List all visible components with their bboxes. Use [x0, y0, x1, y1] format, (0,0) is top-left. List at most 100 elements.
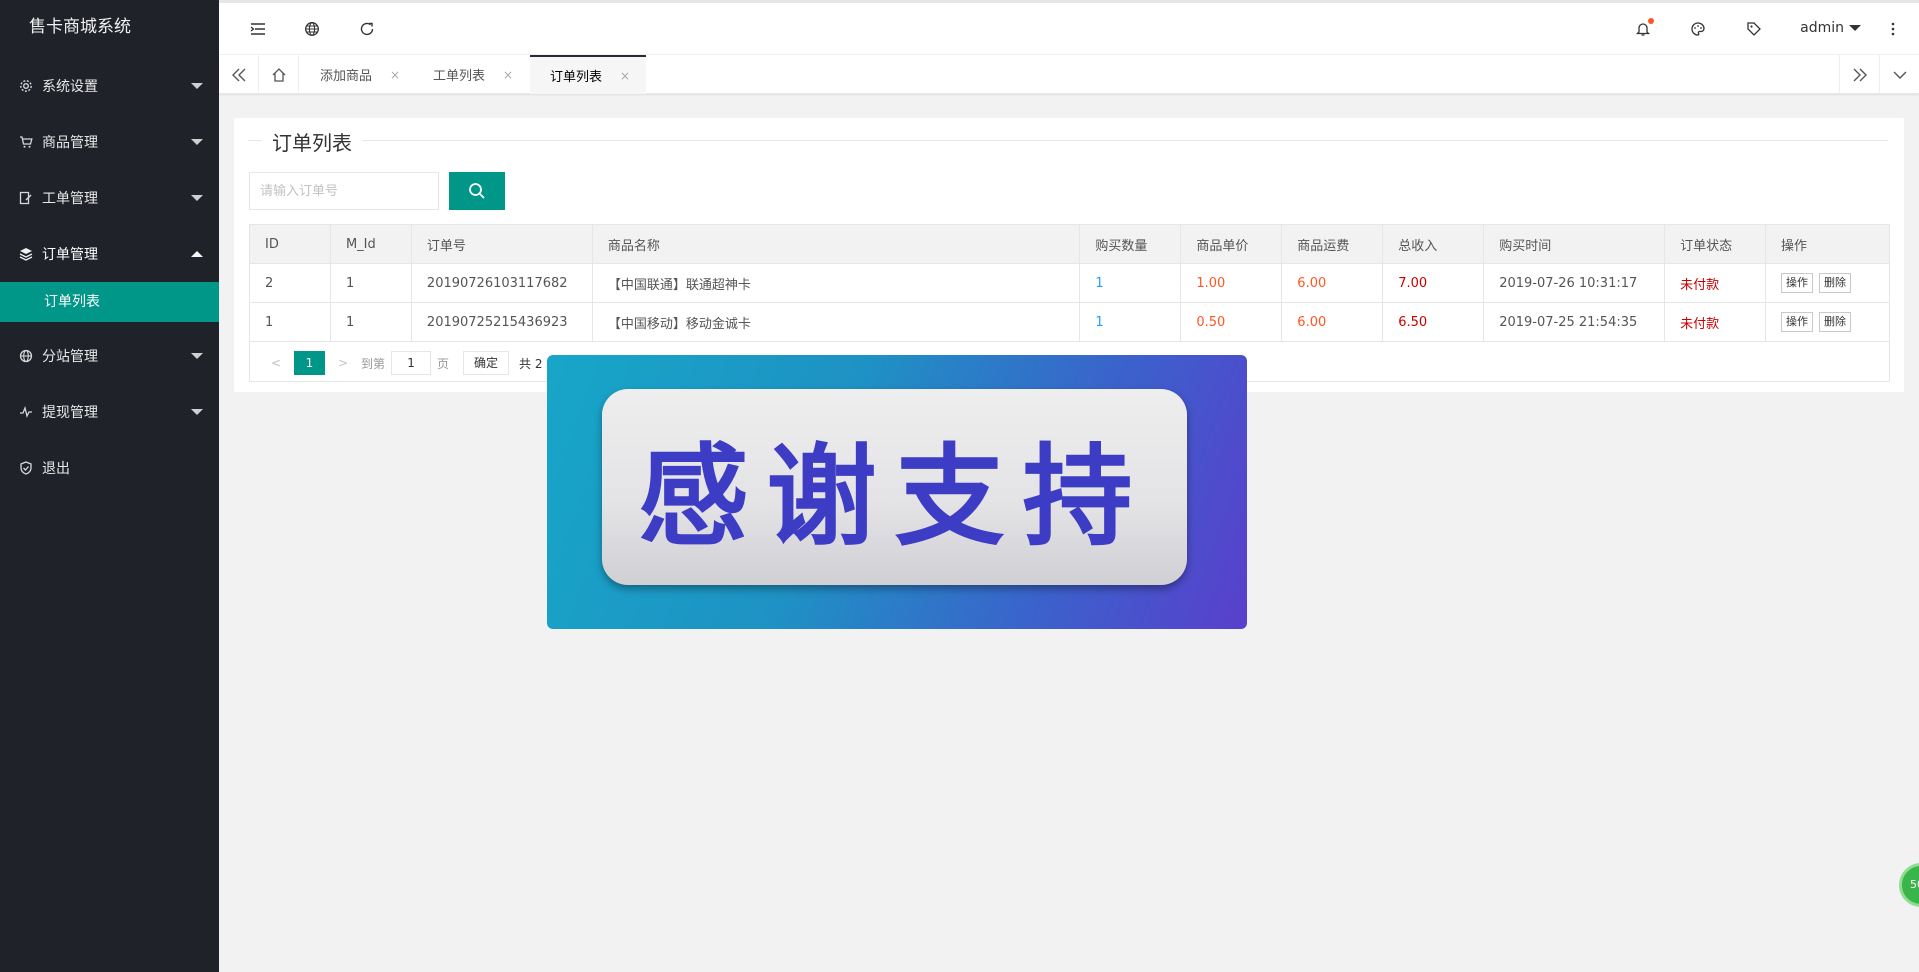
chevron-down-icon	[191, 195, 203, 201]
sidebar-item-branch-management[interactable]: 分站管理	[0, 328, 219, 384]
cell-actions: 操作 删除	[1765, 302, 1890, 342]
bell-icon[interactable]	[1634, 18, 1654, 38]
sidebar-item-logout[interactable]: 退出	[0, 440, 219, 496]
table-row[interactable]: 1 1 20190725215436923 【中国移动】移动金诚卡 1 0.50…	[249, 302, 1890, 342]
top-header: admin	[219, 0, 1919, 54]
page-label: 页	[437, 356, 450, 371]
search-button[interactable]	[449, 172, 505, 210]
tabs-dropdown-icon[interactable]	[1879, 55, 1919, 94]
cell-time: 2019-07-26 10:31:17	[1483, 263, 1666, 303]
next-page-icon[interactable]: >	[331, 356, 355, 370]
col-header-actions: 操作	[1765, 224, 1890, 264]
chevron-down-icon	[191, 139, 203, 145]
chevron-down-icon	[191, 409, 203, 415]
sidebar-item-label: 工单管理	[42, 191, 98, 207]
sidebar-subitem-order-list[interactable]: 订单列表	[0, 282, 219, 322]
floating-badge[interactable]: 50	[1899, 863, 1919, 907]
tab-ticket-list[interactable]: 工单列表 ×	[413, 55, 513, 94]
table-row[interactable]: 2 1 20190726103117682 【中国联通】联通超神卡 1 1.00…	[249, 263, 1890, 303]
cell-actions: 操作 删除	[1765, 263, 1890, 303]
tab-order-list[interactable]: 订单列表 ×	[530, 55, 647, 94]
chevron-down-icon	[191, 353, 203, 359]
pagination: < 1 > 到第 1 页 确定 共 2 条	[264, 351, 558, 375]
layers-icon	[18, 246, 34, 262]
tag-icon[interactable]	[1745, 20, 1763, 38]
col-header-time[interactable]: 购买时间	[1483, 224, 1666, 264]
page-current[interactable]: 1	[294, 351, 325, 375]
tab-add-product[interactable]: 添加商品 ×	[300, 55, 400, 94]
col-header-shipping[interactable]: 商品运费	[1281, 224, 1384, 264]
user-menu[interactable]: admin	[1800, 20, 1861, 36]
operate-button[interactable]: 操作	[1781, 273, 1814, 293]
col-header-product[interactable]: 商品名称	[591, 224, 1081, 264]
more-vertical-icon[interactable]	[1884, 20, 1902, 38]
close-icon[interactable]: ×	[503, 68, 513, 82]
sidebar-item-label: 提现管理	[42, 405, 98, 421]
cell-qty: 1	[1079, 302, 1182, 342]
col-header-status[interactable]: 订单状态	[1664, 224, 1767, 264]
col-header-order-no[interactable]: 订单号	[410, 224, 593, 264]
shield-icon	[18, 460, 34, 476]
prev-page-icon[interactable]: <	[264, 356, 288, 370]
col-header-total[interactable]: 总收入	[1382, 224, 1485, 264]
order-list-card: 订单列表 ID M_Id 订单号 商品名称 购买数量 商品单价 商品运费 总收入…	[234, 118, 1904, 392]
operate-button[interactable]: 操作	[1781, 312, 1814, 332]
caret-down-icon	[1849, 25, 1861, 31]
delete-button[interactable]: 删除	[1819, 273, 1852, 293]
order-search-input[interactable]	[249, 172, 439, 210]
sidebar-item-label: 退出	[42, 461, 70, 477]
cell-status: 未付款	[1664, 263, 1767, 303]
col-header-mid[interactable]: M_Id	[329, 224, 412, 264]
home-icon[interactable]	[259, 55, 299, 94]
col-header-qty[interactable]: 购买数量	[1079, 224, 1182, 264]
cell-order-no: 20190725215436923	[410, 302, 593, 342]
sidebar-item-ticket-management[interactable]: 工单管理	[0, 170, 219, 226]
banner-plate: 感谢支持	[602, 389, 1187, 585]
sidebar-item-order-management[interactable]: 订单管理	[0, 226, 219, 282]
chevron-down-icon	[191, 83, 203, 89]
pulse-icon	[18, 404, 34, 420]
globe-icon[interactable]	[303, 20, 321, 38]
cell-id: 1	[249, 302, 331, 342]
cell-product: 【中国移动】移动金诚卡	[591, 302, 1081, 342]
notification-dot	[1648, 18, 1654, 24]
refresh-icon[interactable]	[358, 20, 376, 38]
goto-page-input[interactable]: 1	[391, 351, 432, 375]
orders-table: ID M_Id 订单号 商品名称 购买数量 商品单价 商品运费 总收入 购买时间…	[249, 224, 1890, 342]
cell-mid: 1	[329, 263, 412, 303]
page-title: 订单列表	[262, 127, 362, 156]
menu-toggle-icon[interactable]	[249, 20, 267, 38]
theme-palette-icon[interactable]	[1689, 20, 1707, 38]
sidebar-item-system-settings[interactable]: 系统设置	[0, 58, 219, 114]
cell-mid: 1	[329, 302, 412, 342]
cell-price: 1.00	[1180, 263, 1283, 303]
cell-shipping: 6.00	[1281, 263, 1384, 303]
fieldset-divider	[248, 140, 1888, 141]
sidebar-item-label: 分站管理	[42, 349, 98, 365]
banner-text: 感谢支持	[638, 433, 1151, 561]
close-icon[interactable]: ×	[620, 69, 630, 83]
tabs-scroll-right-icon[interactable]	[1839, 55, 1879, 94]
goto-confirm-button[interactable]: 确定	[463, 351, 510, 375]
tabs-bar: 添加商品 × 工单列表 × 订单列表 ×	[219, 54, 1919, 94]
close-icon[interactable]: ×	[390, 68, 400, 82]
tabs-scroll-left-icon[interactable]	[219, 55, 259, 94]
cell-product: 【中国联通】联通超神卡	[591, 263, 1081, 303]
sidebar: 售卡商城系统 系统设置 商品管理 工单管理 订单管理 订单列表 分站管理 提现管…	[0, 0, 219, 972]
gear-icon	[18, 78, 34, 94]
cell-id: 2	[249, 263, 331, 303]
cell-shipping: 6.00	[1281, 302, 1384, 342]
ticket-icon	[18, 190, 34, 206]
col-header-price[interactable]: 商品单价	[1180, 224, 1283, 264]
cell-status: 未付款	[1664, 302, 1767, 342]
cell-time: 2019-07-25 21:54:35	[1483, 302, 1666, 342]
col-header-id[interactable]: ID	[249, 224, 331, 264]
chevron-up-icon	[191, 251, 203, 257]
sidebar-item-product-management[interactable]: 商品管理	[0, 114, 219, 170]
cell-order-no: 20190726103117682	[410, 263, 593, 303]
delete-button[interactable]: 删除	[1819, 312, 1852, 332]
cell-total: 7.00	[1382, 263, 1485, 303]
sidebar-item-withdraw-management[interactable]: 提现管理	[0, 384, 219, 440]
sidebar-item-label: 系统设置	[42, 79, 98, 95]
cart-icon	[18, 134, 34, 150]
